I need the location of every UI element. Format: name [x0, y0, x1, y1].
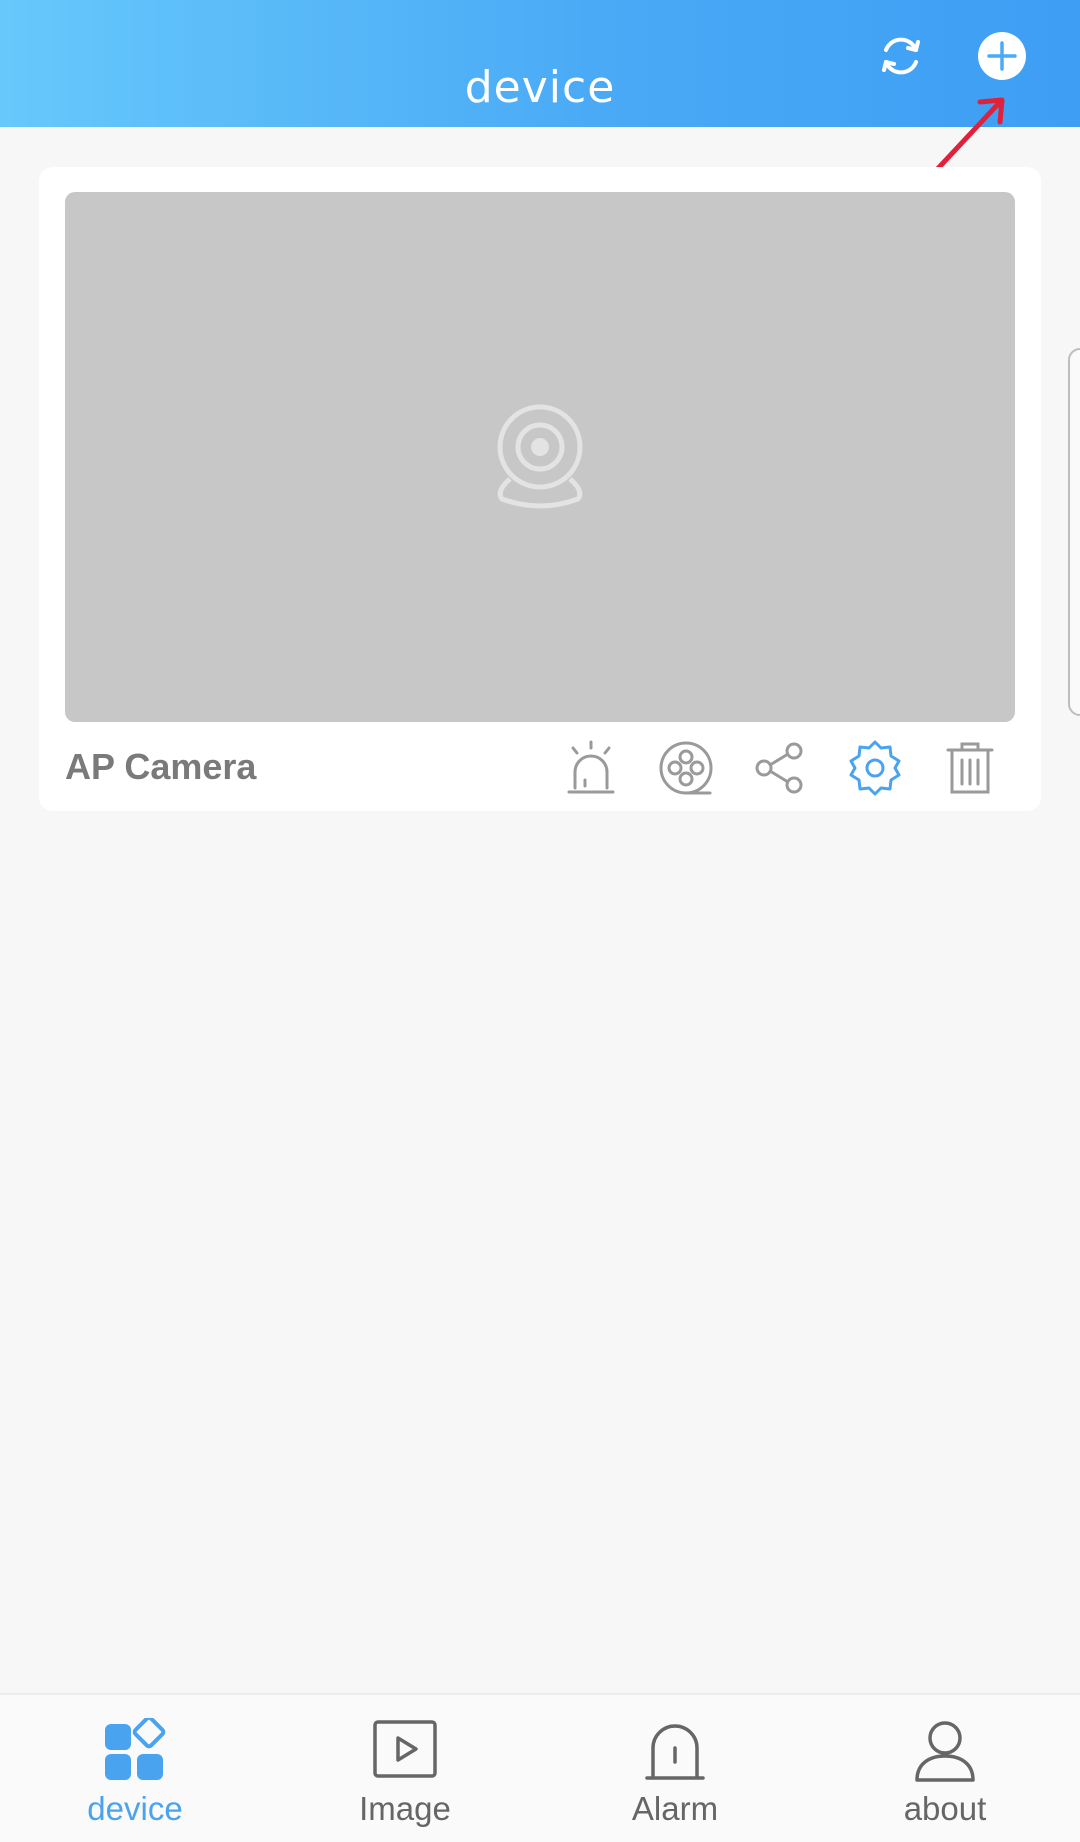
playback-button[interactable]: [653, 735, 719, 801]
app-header: device: [0, 0, 1080, 127]
siren-icon: [567, 740, 615, 794]
side-drawer-handle[interactable]: [1068, 348, 1080, 716]
nav-label-alarm: Alarm: [631, 1790, 719, 1827]
add-device-button[interactable]: [970, 24, 1034, 88]
nav-label-about: about: [903, 1790, 987, 1827]
nav-item-device[interactable]: device: [0, 1695, 270, 1842]
user-icon: [910, 1715, 980, 1785]
share-icon: [755, 742, 803, 794]
play-square-icon: [370, 1715, 440, 1785]
alarm-bell-icon: [640, 1715, 710, 1785]
settings-button[interactable]: [842, 735, 908, 801]
nav-label-image: Image: [359, 1790, 451, 1827]
webcam-placeholder-icon: [497, 404, 583, 509]
device-name: AP Camera: [65, 746, 257, 787]
trash-icon: [946, 742, 994, 794]
camera-preview[interactable]: [65, 192, 1015, 722]
nav-label-device: device: [87, 1790, 183, 1827]
share-button[interactable]: [747, 735, 813, 801]
bottom-navigation: device Image Alarm about: [0, 1693, 1080, 1842]
device-list-screen: device AP Camera device Image Alarm abou…: [0, 0, 1080, 1842]
gear-icon: [849, 740, 901, 796]
delete-button[interactable]: [937, 735, 1003, 801]
add-circle-icon: [978, 32, 1026, 80]
nav-item-alarm[interactable]: Alarm: [540, 1695, 810, 1842]
alarm-button[interactable]: [558, 735, 624, 801]
nav-item-about[interactable]: about: [810, 1695, 1080, 1842]
film-reel-icon: [659, 741, 713, 795]
device-grid-icon: [100, 1715, 170, 1785]
refresh-icon: [882, 37, 920, 75]
refresh-button[interactable]: [869, 24, 933, 88]
device-card: AP Camera: [39, 167, 1041, 811]
nav-item-image[interactable]: Image: [270, 1695, 540, 1842]
